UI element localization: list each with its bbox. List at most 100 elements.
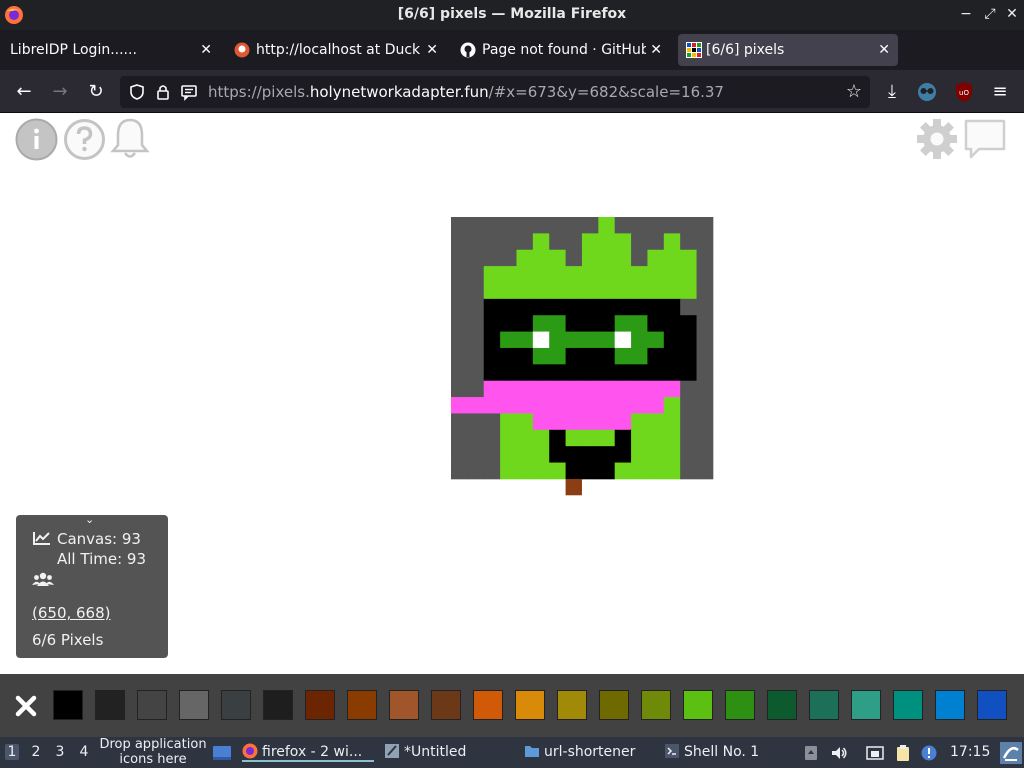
minimize-button[interactable]: − [956,4,976,24]
canvas-pixel[interactable] [680,315,697,332]
canvas-pixel[interactable] [516,282,534,300]
canvas-pixel[interactable] [451,331,468,349]
canvas-pixel[interactable] [516,429,534,447]
canvas-pixel[interactable] [680,380,697,398]
color-swatch[interactable] [851,690,881,720]
tab-libreidp[interactable]: LibreIDP Login...... ✕ [2,34,220,66]
canvas-pixel[interactable] [500,282,517,300]
show-desktop-icon[interactable] [212,744,232,762]
canvas-pixel[interactable] [500,413,517,431]
pixel-canvas[interactable] [451,217,714,496]
canvas-pixel[interactable] [500,266,517,283]
canvas-pixel[interactable] [663,380,681,398]
canvas-pixel[interactable] [680,249,697,267]
canvas-pixel[interactable] [581,249,599,267]
canvas-pixel[interactable] [614,429,632,447]
canvas-pixel[interactable] [483,462,501,480]
canvas-pixel[interactable] [451,298,468,316]
canvas-pixel[interactable] [549,446,566,463]
canvas-pixel[interactable] [696,462,714,480]
canvas-pixel[interactable] [680,446,697,463]
url-bar[interactable]: https://pixels.holynetworkadapter.fun/#x… [120,76,870,108]
canvas-pixel[interactable] [451,347,468,365]
canvas-pixel[interactable] [647,298,665,316]
canvas-pixel[interactable] [614,233,632,251]
canvas-pixel[interactable] [631,315,648,332]
canvas-pixel[interactable] [631,380,648,398]
canvas-pixel[interactable] [467,429,485,447]
canvas-pixel[interactable] [532,315,550,332]
reload-button[interactable]: ↻ [84,80,108,104]
canvas-pixel[interactable] [614,397,632,414]
canvas-pixel[interactable] [483,429,501,447]
canvas-pixel[interactable] [467,298,485,316]
canvas-pixel[interactable] [500,446,517,463]
canvas-pixel[interactable] [467,249,485,267]
canvas-pixel[interactable] [549,429,566,447]
canvas-pixel[interactable] [451,397,468,414]
canvas-pixel[interactable] [598,217,616,234]
canvas-pixel[interactable] [500,315,517,332]
canvas-pixel[interactable] [532,380,550,398]
canvas-pixel[interactable] [663,233,681,251]
canvas-pixel[interactable] [565,364,583,382]
canvas-pixel[interactable] [532,233,550,251]
canvas-pixel[interactable] [451,380,468,398]
canvas-pixel[interactable] [614,315,632,332]
canvas-pixel[interactable] [663,413,681,431]
canvas-pixel[interactable] [565,347,583,365]
canvas-pixel[interactable] [696,413,714,431]
canvas-pixel[interactable] [483,380,501,398]
canvas-pixel[interactable] [581,298,599,316]
canvas-pixel[interactable] [500,462,517,480]
canvas-pixel[interactable] [631,282,648,300]
color-swatch[interactable] [473,690,503,720]
canvas-pixel[interactable] [598,233,616,251]
canvas-pixel[interactable] [532,298,550,316]
taskbar-firefox[interactable]: firefox - 2 wi... [242,743,374,762]
canvas-pixel[interactable] [647,315,665,332]
canvas-pixel[interactable] [614,282,632,300]
canvas-pixel[interactable] [581,397,599,414]
help-icon[interactable] [63,118,106,161]
canvas-pixel[interactable] [663,429,681,447]
canvas-pixel[interactable] [549,331,566,349]
canvas-pixel[interactable] [663,347,681,365]
color-swatch[interactable] [599,690,629,720]
canvas-pixel[interactable] [598,413,616,431]
canvas-pixel[interactable] [451,217,468,234]
collapse-chevron-icon[interactable]: ⌄ [85,513,94,526]
canvas-pixel[interactable] [631,413,648,431]
color-swatch[interactable] [641,690,671,720]
color-swatch[interactable] [431,690,461,720]
canvas-pixel[interactable] [549,380,566,398]
canvas-pixel[interactable] [581,429,599,447]
color-swatch[interactable] [515,690,545,720]
canvas-pixel[interactable] [451,266,468,283]
canvas-pixel[interactable] [598,266,616,283]
canvas-pixel[interactable] [614,380,632,398]
canvas-pixel[interactable] [581,233,599,251]
canvas-pixel[interactable] [483,217,501,234]
canvas-pixel[interactable] [500,380,517,398]
color-swatch[interactable] [221,690,251,720]
canvas-pixel[interactable] [483,298,501,316]
canvas-pixel[interactable] [598,429,616,447]
canvas-pixel[interactable] [614,413,632,431]
color-swatch[interactable] [137,690,167,720]
canvas-pixel[interactable] [696,298,714,316]
canvas-pixel[interactable] [467,315,485,332]
canvas-pixel[interactable] [565,397,583,414]
canvas-pixel[interactable] [565,413,583,431]
color-swatch[interactable] [557,690,587,720]
canvas-pixel[interactable] [516,315,534,332]
canvas-pixel[interactable] [581,413,599,431]
canvas-pixel[interactable] [500,397,517,414]
canvas-pixel[interactable] [516,331,534,349]
canvas-pixel[interactable] [467,397,485,414]
canvas-pixel[interactable] [581,462,599,480]
volume-icon[interactable] [830,744,848,762]
chat-icon[interactable] [963,118,1007,160]
canvas-pixel[interactable] [663,266,681,283]
canvas-pixel[interactable] [614,347,632,365]
